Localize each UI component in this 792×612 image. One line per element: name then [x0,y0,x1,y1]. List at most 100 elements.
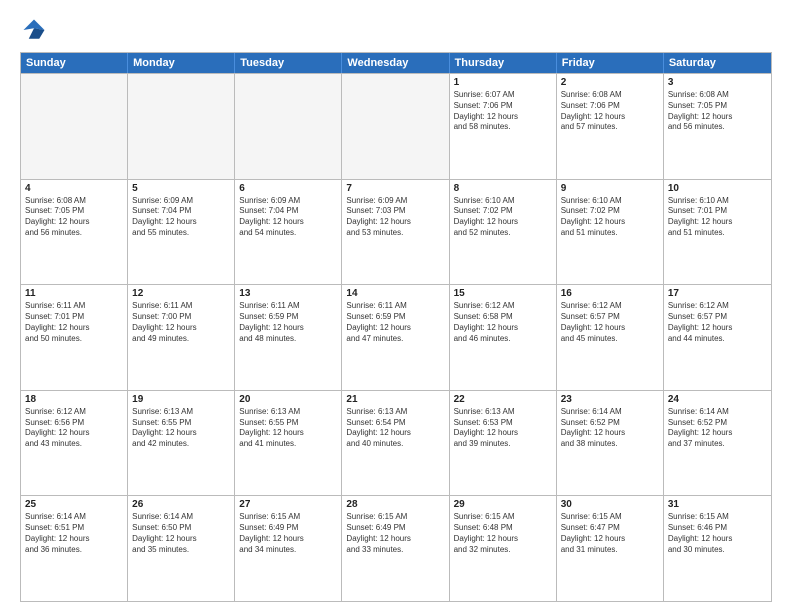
day-cell-19: 19 Sunrise: 6:13 AMSunset: 6:55 PMDayligh… [128,391,235,496]
cell-details: Sunrise: 6:12 AMSunset: 6:57 PMDaylight:… [561,301,659,344]
day-cell-1: 1 Sunrise: 6:07 AMSunset: 7:06 PMDaylight… [450,74,557,179]
cell-details: Sunrise: 6:13 AMSunset: 6:55 PMDaylight:… [132,407,230,450]
header-day-sunday: Sunday [21,53,128,73]
day-number: 19 [132,394,230,405]
day-cell-18: 18 Sunrise: 6:12 AMSunset: 6:56 PMDayligh… [21,391,128,496]
cell-details: Sunrise: 6:15 AMSunset: 6:48 PMDaylight:… [454,512,552,555]
day-cell-22: 22 Sunrise: 6:13 AMSunset: 6:53 PMDayligh… [450,391,557,496]
day-cell-29: 29 Sunrise: 6:15 AMSunset: 6:48 PMDayligh… [450,496,557,601]
day-number: 6 [239,183,337,194]
day-cell-25: 25 Sunrise: 6:14 AMSunset: 6:51 PMDayligh… [21,496,128,601]
day-number: 29 [454,499,552,510]
day-number: 12 [132,288,230,299]
cell-details: Sunrise: 6:12 AMSunset: 6:58 PMDaylight:… [454,301,552,344]
day-cell-5: 5 Sunrise: 6:09 AMSunset: 7:04 PMDaylight… [128,180,235,285]
cell-details: Sunrise: 6:13 AMSunset: 6:53 PMDaylight:… [454,407,552,450]
cell-details: Sunrise: 6:14 AMSunset: 6:52 PMDaylight:… [668,407,767,450]
day-cell-17: 17 Sunrise: 6:12 AMSunset: 6:57 PMDayligh… [664,285,771,390]
cell-details: Sunrise: 6:15 AMSunset: 6:49 PMDaylight:… [346,512,444,555]
day-number: 18 [25,394,123,405]
cell-details: Sunrise: 6:08 AMSunset: 7:06 PMDaylight:… [561,90,659,133]
logo [20,16,52,44]
cell-details: Sunrise: 6:15 AMSunset: 6:49 PMDaylight:… [239,512,337,555]
day-cell-6: 6 Sunrise: 6:09 AMSunset: 7:04 PMDaylight… [235,180,342,285]
day-number: 14 [346,288,444,299]
calendar: SundayMondayTuesdayWednesdayThursdayFrid… [20,52,772,602]
day-number: 30 [561,499,659,510]
day-number: 26 [132,499,230,510]
day-cell-27: 27 Sunrise: 6:15 AMSunset: 6:49 PMDayligh… [235,496,342,601]
header-day-tuesday: Tuesday [235,53,342,73]
cell-details: Sunrise: 6:11 AMSunset: 7:00 PMDaylight:… [132,301,230,344]
day-number: 13 [239,288,337,299]
cell-details: Sunrise: 6:14 AMSunset: 6:50 PMDaylight:… [132,512,230,555]
day-number: 22 [454,394,552,405]
cell-details: Sunrise: 6:09 AMSunset: 7:03 PMDaylight:… [346,196,444,239]
cell-details: Sunrise: 6:15 AMSunset: 6:47 PMDaylight:… [561,512,659,555]
cell-details: Sunrise: 6:12 AMSunset: 6:57 PMDaylight:… [668,301,767,344]
cell-details: Sunrise: 6:08 AMSunset: 7:05 PMDaylight:… [668,90,767,133]
day-number: 31 [668,499,767,510]
day-cell-21: 21 Sunrise: 6:13 AMSunset: 6:54 PMDayligh… [342,391,449,496]
day-number: 21 [346,394,444,405]
header-day-friday: Friday [557,53,664,73]
week-row-3: 18 Sunrise: 6:12 AMSunset: 6:56 PMDayligh… [21,390,771,496]
day-cell-20: 20Sunrise: 6:13 AMSunset: 6:55 PMDayligh… [235,391,342,496]
day-cell-30: 30 Sunrise: 6:15 AMSunset: 6:47 PMDayligh… [557,496,664,601]
day-number: 28 [346,499,444,510]
week-row-0: 1 Sunrise: 6:07 AMSunset: 7:06 PMDaylight… [21,73,771,179]
cell-details: Sunrise: 6:11 AMSunset: 7:01 PMDaylight:… [25,301,123,344]
cell-details: Sunrise: 6:09 AMSunset: 7:04 PMDaylight:… [132,196,230,239]
cell-details: Sunrise: 6:13 AMSunset: 6:54 PMDaylight:… [346,407,444,450]
day-number: 7 [346,183,444,194]
day-cell-11: 11 Sunrise: 6:11 AMSunset: 7:01 PMDayligh… [21,285,128,390]
day-cell-10: 10 Sunrise: 6:10 AMSunset: 7:01 PMDayligh… [664,180,771,285]
day-cell-14: 14Sunrise: 6:11 AMSunset: 6:59 PMDayligh… [342,285,449,390]
day-number: 8 [454,183,552,194]
cell-details: Sunrise: 6:15 AMSunset: 6:46 PMDaylight:… [668,512,767,555]
cell-details: Sunrise: 6:07 AMSunset: 7:06 PMDaylight:… [454,90,552,133]
day-cell-9: 9Sunrise: 6:10 AMSunset: 7:02 PMDaylight… [557,180,664,285]
day-number: 23 [561,394,659,405]
day-number: 24 [668,394,767,405]
day-number: 3 [668,77,767,88]
day-cell-7: 7 Sunrise: 6:09 AMSunset: 7:03 PMDaylight… [342,180,449,285]
empty-cell [235,74,342,179]
day-cell-4: 4 Sunrise: 6:08 AMSunset: 7:05 PMDaylight… [21,180,128,285]
empty-cell [342,74,449,179]
day-number: 5 [132,183,230,194]
cell-details: Sunrise: 6:14 AMSunset: 6:51 PMDaylight:… [25,512,123,555]
cell-details: Sunrise: 6:09 AMSunset: 7:04 PMDaylight:… [239,196,337,239]
day-number: 2 [561,77,659,88]
day-cell-15: 15 Sunrise: 6:12 AMSunset: 6:58 PMDayligh… [450,285,557,390]
cell-details: Sunrise: 6:10 AMSunset: 7:02 PMDaylight:… [561,196,659,239]
week-row-1: 4 Sunrise: 6:08 AMSunset: 7:05 PMDaylight… [21,179,771,285]
cell-details: Sunrise: 6:10 AMSunset: 7:01 PMDaylight:… [668,196,767,239]
day-number: 27 [239,499,337,510]
day-number: 16 [561,288,659,299]
day-cell-16: 16 Sunrise: 6:12 AMSunset: 6:57 PMDayligh… [557,285,664,390]
cell-details: Sunrise: 6:12 AMSunset: 6:56 PMDaylight:… [25,407,123,450]
week-row-2: 11 Sunrise: 6:11 AMSunset: 7:01 PMDayligh… [21,284,771,390]
header-day-wednesday: Wednesday [342,53,449,73]
day-number: 17 [668,288,767,299]
day-cell-2: 2 Sunrise: 6:08 AMSunset: 7:06 PMDaylight… [557,74,664,179]
logo-icon [20,16,48,44]
header-day-saturday: Saturday [664,53,771,73]
empty-cell [21,74,128,179]
day-number: 11 [25,288,123,299]
day-number: 1 [454,77,552,88]
day-number: 15 [454,288,552,299]
day-number: 25 [25,499,123,510]
header [20,16,772,44]
page: SundayMondayTuesdayWednesdayThursdayFrid… [0,0,792,612]
cell-details: Sunrise: 6:13 AMSunset: 6:55 PMDaylight:… [239,407,337,450]
cell-details: Sunrise: 6:10 AMSunset: 7:02 PMDaylight:… [454,196,552,239]
day-cell-26: 26 Sunrise: 6:14 AMSunset: 6:50 PMDayligh… [128,496,235,601]
day-cell-31: 31 Sunrise: 6:15 AMSunset: 6:46 PMDayligh… [664,496,771,601]
calendar-body: 1 Sunrise: 6:07 AMSunset: 7:06 PMDaylight… [21,73,771,601]
cell-details: Sunrise: 6:08 AMSunset: 7:05 PMDaylight:… [25,196,123,239]
day-number: 4 [25,183,123,194]
week-row-4: 25 Sunrise: 6:14 AMSunset: 6:51 PMDayligh… [21,495,771,601]
day-number: 10 [668,183,767,194]
